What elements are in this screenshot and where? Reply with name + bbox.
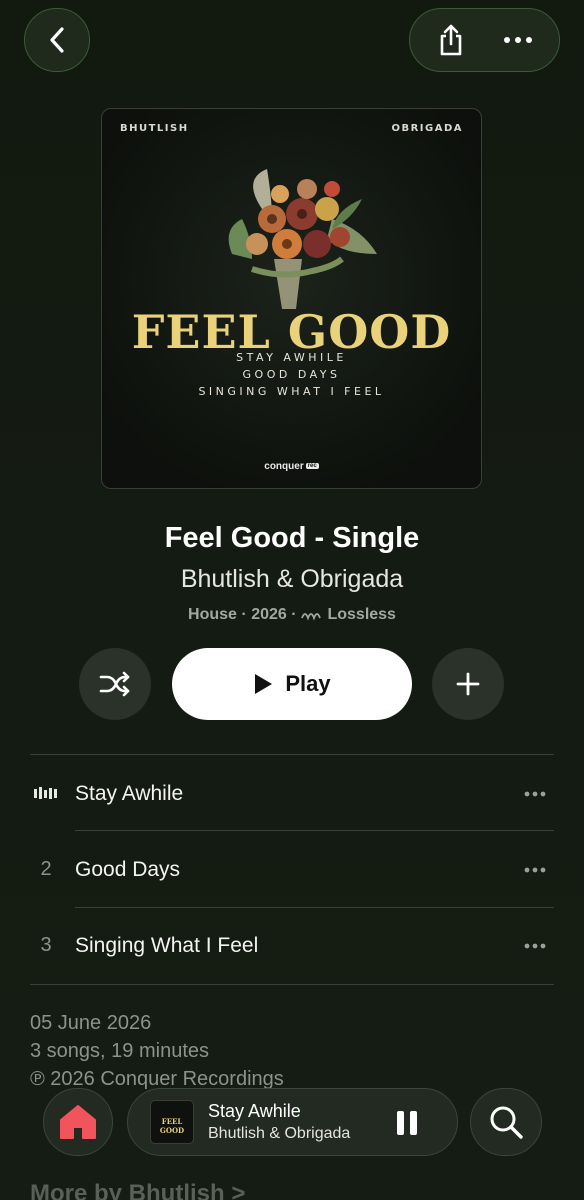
meta-separator: ·: [291, 606, 297, 623]
track-row[interactable]: Stay Awhile: [0, 756, 584, 832]
plus-icon: [456, 672, 480, 696]
bouquet-illustration: [228, 169, 377, 309]
track-row[interactable]: 2 Good Days: [0, 832, 584, 908]
now-playing-indicator: [30, 782, 62, 806]
track-more-button[interactable]: [522, 934, 548, 958]
album-year: 2026: [251, 606, 287, 623]
cover-label-logo: conquer rec: [102, 461, 481, 472]
album-quality: Lossless: [327, 606, 396, 623]
tracklist-divider: [30, 754, 554, 755]
more-icon: [524, 791, 546, 797]
cover-track-2: GOOD DAYS: [242, 368, 341, 381]
mini-art-title: FEEL GOOD: [159, 1117, 185, 1135]
search-icon: [490, 1106, 523, 1139]
add-to-library-button[interactable]: [432, 648, 504, 720]
mini-player-text: Stay Awhile Bhutlish & Obrigada: [208, 1101, 350, 1143]
pause-icon: [397, 1111, 404, 1135]
cover-artist-right: OBRIGADA: [391, 123, 463, 134]
album-cover: BHUTLISH OBRIGADA FEEL GOOD STAY AWHILE …: [101, 108, 482, 489]
album-artist-link[interactable]: Bhutlish & Obrigada: [0, 565, 584, 594]
share-icon: [440, 24, 462, 56]
shuffle-icon: [99, 671, 130, 697]
more-options-button[interactable]: [493, 15, 543, 65]
track-number: 2: [40, 858, 52, 880]
more-by-artist-heading[interactable]: More by Bhutlish >: [30, 1180, 245, 1200]
chevron-left-icon: [50, 27, 64, 53]
home-icon: [60, 1105, 96, 1139]
search-button[interactable]: [470, 1088, 542, 1156]
mini-player[interactable]: FEEL GOOD Stay Awhile Bhutlish & Obrigad…: [127, 1088, 458, 1156]
home-button[interactable]: [43, 1088, 113, 1156]
track-more-button[interactable]: [522, 858, 548, 882]
play-label: Play: [285, 671, 331, 696]
now-playing-artist: Bhutlish & Obrigada: [208, 1125, 351, 1142]
cover-track-1: STAY AWHILE: [236, 351, 347, 364]
track-title: Singing What I Feel: [75, 934, 259, 957]
pause-button[interactable]: [395, 1111, 419, 1135]
waveform-icon: [34, 787, 57, 799]
now-playing-title: Stay Awhile: [208, 1101, 301, 1121]
more-icon: [503, 37, 532, 43]
track-divider: [75, 830, 554, 831]
track-more-button[interactable]: [522, 782, 548, 806]
more-icon: [524, 943, 546, 949]
cover-artist-left: BHUTLISH: [120, 123, 189, 134]
cover-track-3: SINGING WHAT I FEEL: [198, 385, 385, 398]
lossless-icon: [301, 613, 321, 621]
mini-player-artwork: FEEL GOOD: [150, 1100, 194, 1144]
play-icon: [255, 674, 273, 694]
top-actions-group: [409, 8, 560, 72]
pause-icon-bar: [410, 1111, 417, 1135]
share-button[interactable]: [426, 15, 476, 65]
track-row[interactable]: 3 Singing What I Feel: [0, 908, 584, 984]
track-number: 3: [40, 934, 52, 956]
release-date: 05 June 2026: [30, 1012, 152, 1034]
back-button[interactable]: [24, 8, 90, 72]
meta-separator: ·: [241, 606, 247, 623]
shuffle-button[interactable]: [79, 648, 151, 720]
song-count-duration: 3 songs, 19 minutes: [30, 1040, 209, 1062]
label-name: conquer: [264, 461, 304, 472]
album-meta: House · 2026 · Lossless: [0, 606, 584, 624]
album-genre: House: [188, 606, 237, 623]
track-title: Good Days: [75, 858, 181, 881]
more-icon: [524, 867, 546, 873]
album-title: Feel Good - Single: [164, 522, 420, 554]
tracklist-end-divider: [30, 984, 554, 985]
play-button[interactable]: Play: [172, 648, 412, 720]
label-badge: rec: [305, 463, 319, 470]
track-title: Stay Awhile: [75, 782, 184, 805]
